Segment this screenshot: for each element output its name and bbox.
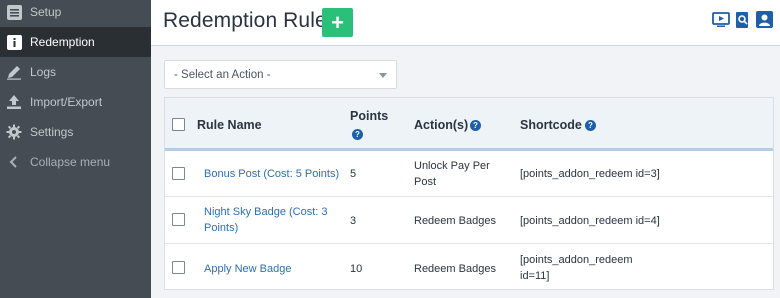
list-icon — [5, 3, 23, 21]
sidebar-item-label: Redemption — [30, 35, 95, 49]
sidebar-item-label: Logs — [30, 65, 57, 79]
points-help-icon[interactable]: ? — [352, 129, 363, 140]
rule-name-line: Points) — [204, 222, 239, 234]
table-header: Rule Name Points ? Action(s) ? Shortcode… — [165, 98, 773, 151]
rule-name-line: Bonus Post (Cost: 5 Points) — [204, 168, 340, 180]
sidebar: Setup Redemption Logs Import/Export Sett… — [0, 0, 151, 298]
collapse-menu-label: Collapse menu — [30, 155, 111, 169]
pencil-icon — [5, 63, 23, 81]
column-header-points[interactable]: Points — [350, 109, 388, 123]
search-doc-icon[interactable] — [733, 10, 752, 29]
bulk-action-select[interactable]: - Select an Action - — [164, 60, 397, 89]
rule-name-link[interactable]: Apply New Badge — [204, 261, 291, 277]
upload-icon — [5, 93, 23, 111]
sidebar-item-import-export[interactable]: Import/Export — [0, 87, 151, 117]
bulk-action-value: - Select an Action - — [174, 68, 271, 81]
sidebar-item-logs[interactable]: Logs — [0, 57, 151, 87]
shortcode-value: [points_addon_redeem id=3] — [520, 168, 660, 180]
row-checkbox[interactable] — [172, 261, 185, 274]
gear-icon — [5, 123, 23, 141]
table-row: Bonus Post (Cost: 5 Points) 5 Unlock Pay… — [165, 151, 773, 197]
page-title: Redemption Rules — [163, 9, 338, 32]
row-checkbox[interactable] — [172, 213, 185, 226]
select-all-checkbox[interactable] — [172, 118, 185, 131]
shortcode-value: [points_addon_redeem id=4] — [520, 215, 660, 227]
rule-name-link[interactable]: Night Sky Badge (Cost: 3 Points) — [204, 204, 328, 236]
collapse-menu-button[interactable]: Collapse menu — [0, 147, 151, 177]
rule-name-link[interactable]: Bonus Post (Cost: 5 Points) — [204, 166, 339, 182]
shortcode-help-icon[interactable]: ? — [585, 120, 596, 131]
chevron-down-icon — [379, 73, 387, 78]
sidebar-item-label: Import/Export — [30, 95, 103, 109]
sidebar-item-setup[interactable]: Setup — [0, 0, 151, 27]
sidebar-item-redemption[interactable]: Redemption — [0, 27, 151, 57]
action-value: Unlock Pay Per Post — [414, 158, 490, 190]
points-value: 10 — [350, 263, 363, 275]
shortcode-line: [points_addon_redeem — [520, 254, 633, 266]
sidebar-item-label: Settings — [30, 125, 74, 139]
column-header-actions: Action(s) — [414, 118, 469, 132]
user-icon[interactable] — [755, 10, 774, 29]
shortcode-value: [points_addon_redeem id=11] — [520, 252, 633, 284]
column-header-rule-name[interactable]: Rule Name — [197, 118, 262, 132]
table-row: Apply New Badge 10 Redeem Badges [points… — [165, 244, 773, 290]
table-row: Night Sky Badge (Cost: 3 Points) 3 Redee… — [165, 197, 773, 244]
sidebar-item-settings[interactable]: Settings — [0, 117, 151, 147]
action-line: Post — [414, 176, 437, 188]
sidebar-item-label: Setup — [30, 5, 62, 19]
rule-name-line: Night Sky Badge (Cost: 3 — [204, 206, 328, 218]
column-header-shortcode: Shortcode — [520, 118, 582, 132]
shortcode-line: id=11] — [520, 270, 550, 282]
points-value: 5 — [350, 168, 357, 180]
page-header: Redemption Rules + — [151, 0, 780, 46]
header-icons — [711, 10, 774, 29]
info-icon — [5, 33, 23, 51]
plus-icon: + — [331, 9, 344, 35]
add-rule-button[interactable]: + — [322, 8, 353, 37]
redemption-rules-table: Rule Name Points ? Action(s) ? Shortcode… — [164, 97, 774, 290]
points-value: 3 — [350, 215, 357, 227]
chevron-left-icon — [5, 153, 23, 171]
row-checkbox[interactable] — [172, 167, 185, 180]
actions-help-icon[interactable]: ? — [470, 120, 481, 131]
action-value: Redeem Badges — [414, 215, 496, 227]
action-value: Redeem Badges — [414, 263, 496, 275]
video-icon[interactable] — [711, 10, 730, 29]
action-line: Unlock Pay Per — [414, 160, 490, 172]
main-content: Redemption Rules + - Select an Action - … — [151, 0, 780, 298]
